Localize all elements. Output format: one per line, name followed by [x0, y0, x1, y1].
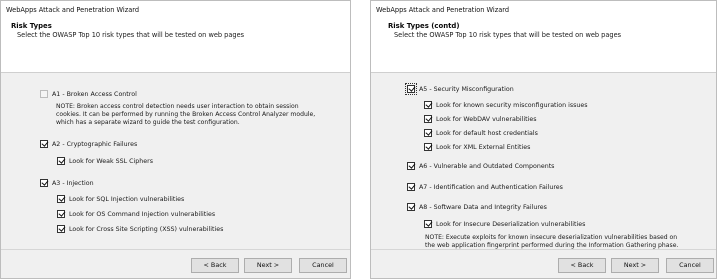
page-subtitle: Select the OWASP Top 10 risk types that … — [17, 31, 245, 39]
page-subtitle: Select the OWASP Top 10 risk types that … — [394, 31, 622, 39]
a1-note-line: cookies. It can be performed by running … — [56, 111, 316, 119]
checkbox-label: A6 - Vulnerable and Outdated Components — [419, 162, 555, 170]
checkbox-default-host-credentials[interactable]: Look for default host credentials — [424, 129, 538, 137]
wizard-content: A1 - Broken Access Control NOTE: Broken … — [1, 73, 350, 250]
checkbox-label: Look for SQL Injection vulnerabilities — [69, 195, 185, 203]
a1-note: NOTE: Broken access control detection ne… — [56, 103, 315, 128]
a8-note-line: NOTE: Execute exploits for known insecur… — [425, 234, 678, 241]
checkbox-xml-external-entities[interactable]: Look for XML External Entities — [424, 143, 530, 151]
checkbox-box[interactable] — [57, 225, 65, 233]
checkbox-label: Look for Weak SSL Ciphers — [69, 157, 154, 165]
checkbox-label: A5 - Security Misconfiguration — [419, 85, 514, 93]
checkbox-label: A1 - Broken Access Control — [52, 90, 137, 98]
next-button[interactable]: Next > — [244, 258, 292, 273]
checkbox-box[interactable] — [424, 129, 432, 137]
a8-note: NOTE: Execute exploits for known insecur… — [425, 234, 678, 250]
checkbox-box[interactable] — [407, 203, 415, 211]
checkbox-label: A7 - Identification and Authentication F… — [419, 183, 563, 191]
checkbox-a3-injection[interactable]: A3 - Injection — [40, 179, 94, 187]
checkbox-a6-vulnerable-components[interactable]: A6 - Vulnerable and Outdated Components — [407, 162, 554, 170]
a1-note-line: NOTE: Broken access control detection ne… — [56, 103, 299, 110]
a1-note-line: which has a separate wizard to guide the… — [56, 119, 240, 127]
checkbox-label: Look for WebDAV vulnerabilities — [436, 115, 537, 123]
checkbox-label: Look for OS Command Injection vulnerabil… — [69, 210, 216, 218]
checkbox-webdav-vulnerabilities[interactable]: Look for WebDAV vulnerabilities — [424, 115, 537, 123]
checkbox-box[interactable] — [57, 210, 65, 218]
checkbox-a7-identification-authentication[interactable]: A7 - Identification and Authentication F… — [407, 183, 563, 191]
checkbox-weak-ssl-ciphers[interactable]: Look for Weak SSL Ciphers — [57, 157, 153, 165]
checkbox-a5-security-misconfiguration[interactable]: A5 - Security Misconfiguration — [405, 83, 514, 95]
panel-gap — [351, 0, 370, 279]
checkbox-label: Look for XML External Entities — [436, 143, 531, 151]
checkbox-box[interactable] — [407, 162, 415, 170]
checkbox-a2-cryptographic-failures[interactable]: A2 - Cryptographic Failures — [40, 140, 137, 148]
checkbox-label: Look for Insecure Deserialization vulner… — [436, 220, 586, 228]
window-title: WebApps Attack and Penetration Wizard — [1, 1, 350, 21]
checkbox-label: Look for default host credentials — [436, 129, 538, 137]
checkbox-box[interactable] — [57, 157, 65, 165]
page-title: Risk Types (contd) — [388, 22, 460, 30]
checkbox-label: Look for Cross Site Scripting (XSS) vuln… — [69, 225, 224, 233]
checkbox-sql-injection[interactable]: Look for SQL Injection vulnerabilities — [57, 195, 184, 203]
cancel-button[interactable]: Cancel — [666, 258, 714, 273]
checkbox-a8-software-data-integrity[interactable]: A8 - Software Data and Integrity Failure… — [407, 203, 547, 211]
checkbox-box[interactable] — [424, 220, 432, 228]
checkbox-box[interactable] — [405, 83, 417, 95]
checkbox-a1-broken-access-control[interactable]: A1 - Broken Access Control — [40, 90, 137, 98]
wizard-content: A5 - Security Misconfiguration Look for … — [371, 73, 716, 250]
checkbox-label: A3 - Injection — [52, 179, 94, 187]
checkbox-box[interactable] — [424, 115, 432, 123]
back-button[interactable]: < Back — [558, 258, 606, 273]
checkbox-box[interactable] — [424, 143, 432, 151]
wizard-footer: < Back Next > Cancel — [1, 249, 350, 278]
wizard-window-risk-types: WebApps Attack and Penetration Wizard Ri… — [0, 0, 351, 279]
checkbox-box[interactable] — [407, 183, 415, 191]
page-title: Risk Types — [11, 22, 52, 30]
cancel-button[interactable]: Cancel — [299, 258, 347, 273]
next-button[interactable]: Next > — [611, 258, 659, 273]
checkbox-cross-site-scripting[interactable]: Look for Cross Site Scripting (XSS) vuln… — [57, 225, 223, 233]
back-button[interactable]: < Back — [191, 258, 239, 273]
window-title: WebApps Attack and Penetration Wizard — [371, 1, 716, 21]
checkbox-label: A2 - Cryptographic Failures — [52, 140, 138, 148]
wizard-window-risk-types-contd: WebApps Attack and Penetration Wizard Ri… — [370, 0, 717, 279]
checkbox-insecure-deserialization[interactable]: Look for Insecure Deserialization vulner… — [424, 220, 585, 228]
checkbox-os-command-injection[interactable]: Look for OS Command Injection vulnerabil… — [57, 210, 215, 218]
checkbox-box[interactable] — [57, 195, 65, 203]
wizard-header — [1, 20, 350, 73]
checkbox-box[interactable] — [424, 101, 432, 109]
wizard-footer: < Back Next > Cancel — [371, 249, 716, 278]
checkbox-label: A8 - Software Data and Integrity Failure… — [419, 203, 547, 211]
checkbox-label: Look for known security misconfiguration… — [436, 101, 588, 109]
checkbox-security-misconfiguration-issues[interactable]: Look for known security misconfiguration… — [424, 101, 588, 109]
checkbox-box[interactable] — [40, 90, 48, 98]
checkbox-box[interactable] — [40, 140, 48, 148]
checkbox-box[interactable] — [40, 179, 48, 187]
